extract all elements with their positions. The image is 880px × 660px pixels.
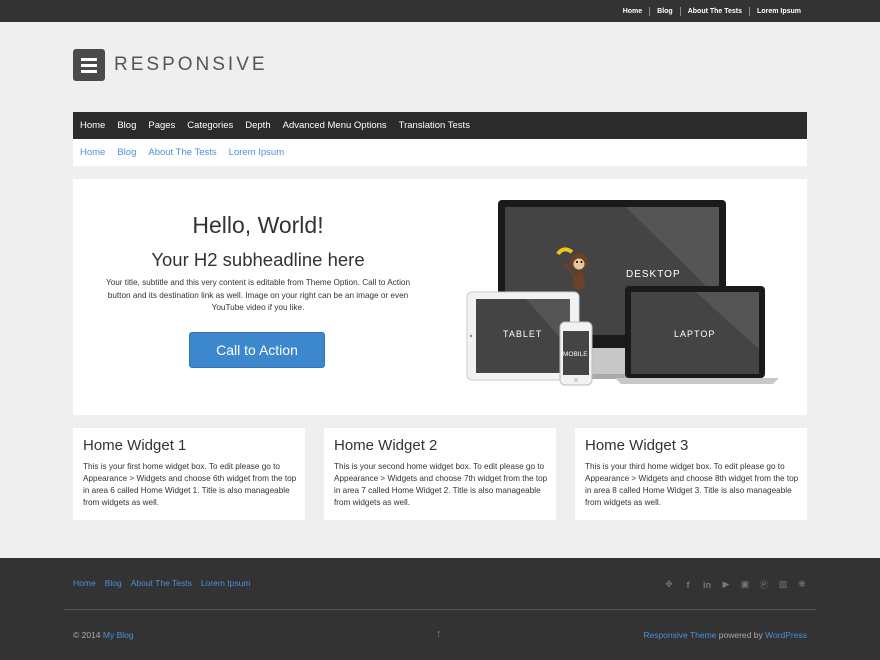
sub-navigation: Home Blog About The Tests Lorem Ipsum	[73, 139, 807, 166]
subnav-lorem[interactable]: Lorem Ipsum	[229, 147, 284, 158]
svg-text:MOBILE: MOBILE	[563, 351, 588, 358]
subnav-about[interactable]: About The Tests	[148, 147, 216, 158]
footer-link-blog[interactable]: Blog	[105, 578, 122, 588]
hero-subtitle: Your H2 subheadline here	[151, 249, 365, 270]
linkedin-icon[interactable]: in	[702, 580, 712, 590]
instagram-icon[interactable]: ▣	[740, 579, 750, 590]
footer-divider	[64, 609, 816, 610]
hero-title: Hello, World!	[192, 212, 324, 238]
youtube-icon[interactable]: ▶	[721, 579, 731, 590]
twitter-icon[interactable]: ✥	[664, 579, 674, 590]
nav-categories[interactable]: Categories	[187, 120, 233, 131]
widget-title: Home Widget 3	[585, 437, 689, 454]
footer-link-lorem[interactable]: Lorem Ipsum	[201, 578, 251, 588]
wordpress-link[interactable]: WordPress	[765, 630, 807, 640]
top-menu-about[interactable]: About The Tests	[679, 6, 749, 16]
nav-blog[interactable]: Blog	[117, 120, 136, 131]
top-menu-lorem[interactable]: Lorem Ipsum	[749, 6, 808, 16]
nav-home[interactable]: Home	[80, 120, 105, 131]
powered-by: Responsive Theme powered by WordPress	[643, 630, 807, 640]
subnav-home[interactable]: Home	[80, 147, 105, 158]
widget-text: This is your first home widget box. To e…	[83, 462, 297, 507]
top-bar: Home Blog About The Tests Lorem Ipsum	[0, 0, 880, 22]
nav-translation-tests[interactable]: Translation Tests	[399, 120, 470, 131]
footer-link-home[interactable]: Home	[73, 578, 96, 588]
copyright: © 2014 My Blog	[73, 630, 134, 640]
subnav-blog[interactable]: Blog	[117, 147, 136, 158]
site-logo[interactable]: RESPONSIVE	[73, 49, 268, 81]
svg-text:LAPTOP: LAPTOP	[674, 329, 715, 339]
site-title-link[interactable]: My Blog	[103, 630, 134, 640]
laptop-device: LAPTOP	[615, 286, 779, 384]
nav-pages[interactable]: Pages	[148, 120, 175, 131]
menu-icon	[73, 49, 105, 81]
yelp-icon[interactable]: ❋	[797, 579, 807, 590]
main-navigation: Home Blog Pages Categories Depth Advance…	[73, 112, 807, 139]
devices-illustration: DESKTOP TABLET LAPTOP MOBILE	[466, 200, 779, 386]
vimeo-icon[interactable]: ▨	[778, 579, 788, 590]
nav-depth[interactable]: Depth	[245, 120, 270, 131]
social-icons: ✥ f in ▶ ▣ Ⓟ ▨ ❋	[655, 578, 807, 591]
widget-title: Home Widget 1	[83, 437, 187, 454]
top-menu-blog[interactable]: Blog	[649, 6, 680, 16]
footer-menu: Home Blog About The Tests Lorem Ipsum	[73, 578, 259, 588]
theme-link[interactable]: Responsive Theme	[643, 630, 716, 640]
pinterest-icon[interactable]: Ⓟ	[759, 578, 769, 591]
home-widget-2: Home Widget 2 This is your second home w…	[324, 428, 556, 520]
logo-text: RESPONSIVE	[114, 54, 268, 75]
top-menu-home[interactable]: Home	[616, 7, 649, 16]
mobile-device: MOBILE	[559, 321, 593, 386]
hero-section: Hello, World! Your H2 subheadline here Y…	[73, 179, 807, 415]
svg-text:TABLET: TABLET	[503, 329, 542, 339]
site-footer: Home Blog About The Tests Lorem Ipsum ✥ …	[0, 558, 880, 660]
home-widget-3: Home Widget 3 This is your third home wi…	[575, 428, 807, 520]
widget-text: This is your third home widget box. To e…	[585, 462, 799, 507]
facebook-icon[interactable]: f	[683, 580, 693, 590]
top-menu: Home Blog About The Tests Lorem Ipsum	[616, 0, 808, 22]
widget-title: Home Widget 2	[334, 437, 438, 454]
hero-text: Your title, subtitle and this very conte…	[105, 278, 410, 312]
nav-advanced-menu-options[interactable]: Advanced Menu Options	[283, 120, 387, 131]
scroll-to-top-icon[interactable]: ↑	[436, 628, 442, 640]
call-to-action-button[interactable]: Call to Action	[189, 332, 325, 368]
footer-link-about[interactable]: About The Tests	[131, 578, 192, 588]
svg-text:DESKTOP: DESKTOP	[626, 269, 681, 280]
widget-text: This is your second home widget box. To …	[334, 462, 548, 507]
home-widget-1: Home Widget 1 This is your first home wi…	[73, 428, 305, 520]
